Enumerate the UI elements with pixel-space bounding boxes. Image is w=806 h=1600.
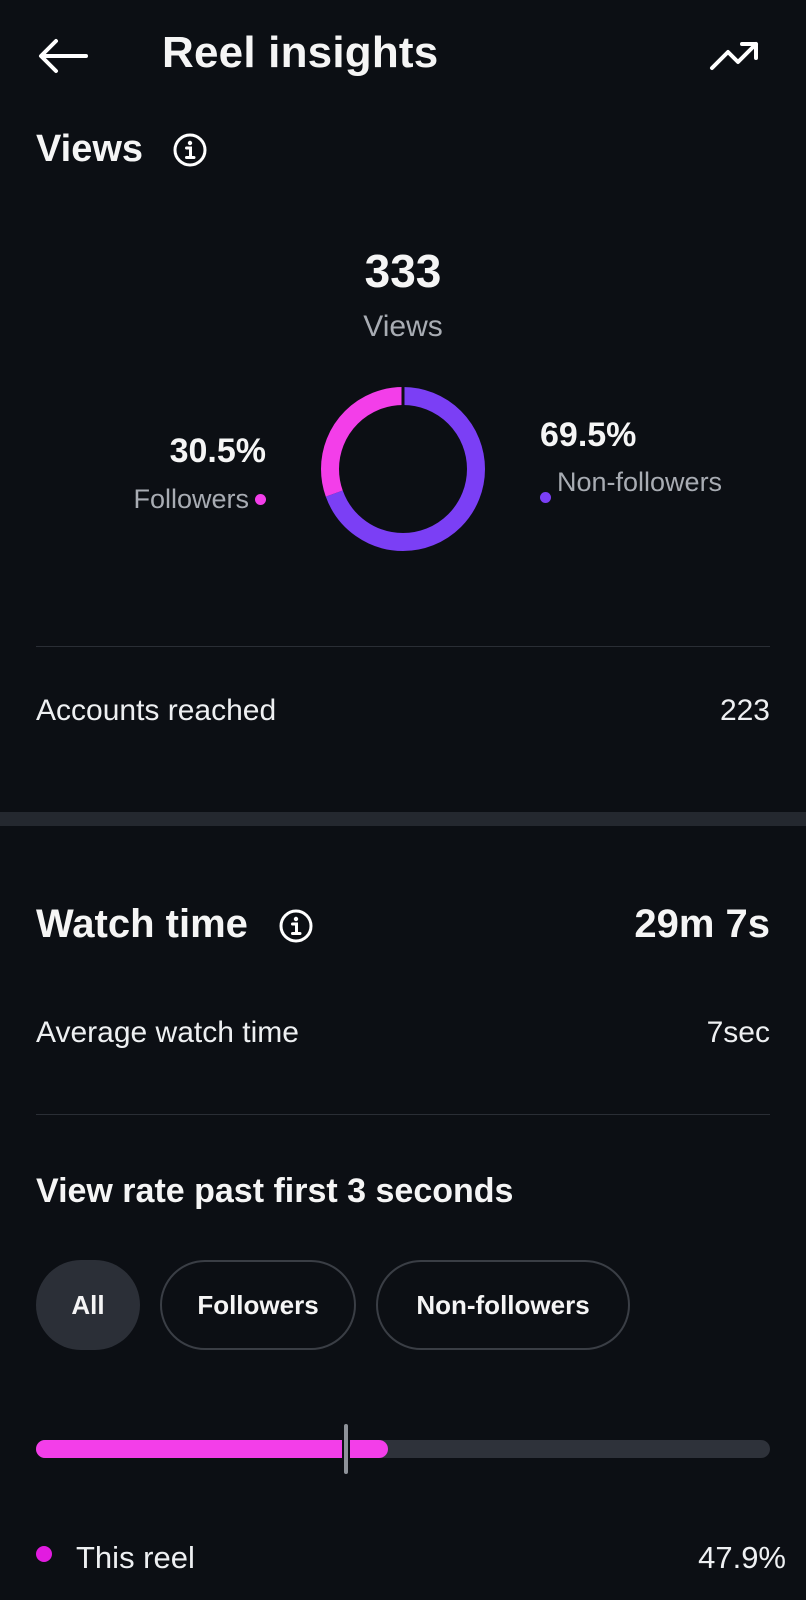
watch-time-heading: Watch time [36, 902, 248, 946]
followers-legend: Followers [133, 484, 266, 515]
section-separator [0, 812, 806, 826]
info-icon[interactable] [172, 132, 208, 168]
followers-percentage: 30.5% [169, 432, 266, 470]
accounts-reached-label: Accounts reached [36, 694, 277, 727]
nonfollowers-percentage: 69.5% [540, 416, 637, 454]
trending-up-icon [710, 42, 758, 70]
view-rate-heading: View rate past first 3 seconds [36, 1172, 514, 1210]
accounts-reached-value: 223 [719, 694, 770, 727]
filter-chip-all[interactable]: All [36, 1260, 140, 1350]
views-audience-donut [321, 386, 485, 551]
divider [36, 646, 770, 647]
views-count-label: Views [363, 310, 443, 343]
header: Reel insights [0, 0, 806, 110]
nonfollowers-legend-dot [540, 492, 551, 503]
followers-legend-dot [255, 494, 266, 505]
this-reel-legend-dot [36, 1546, 52, 1562]
page-title: Reel insights [162, 28, 439, 77]
trends-button[interactable] [708, 36, 762, 76]
reel-insights-screen: Reel insights Views 333 Views 30.5% Foll… [0, 0, 806, 1600]
this-reel-value: 47.9% [698, 1540, 786, 1575]
filter-chip-nonfollowers[interactable]: Non-followers [376, 1260, 630, 1350]
watch-time-total: 29m 7s [634, 902, 770, 946]
average-watch-time-value: 7sec [706, 1016, 770, 1049]
views-count: 333 [364, 245, 442, 297]
divider [36, 1114, 770, 1115]
nonfollowers-legend: Non-followers [540, 464, 730, 503]
watch-time-info-icon[interactable] [278, 908, 314, 944]
view-rate-bar-fill [36, 1440, 388, 1458]
nonfollowers-legend-label: Non-followers [557, 467, 723, 497]
followers-legend-label: Followers [133, 484, 249, 514]
back-button[interactable] [36, 36, 90, 76]
filter-chip-followers[interactable]: Followers [160, 1260, 356, 1350]
view-rate-bar-track [36, 1422, 770, 1476]
arrow-left-icon [39, 39, 88, 73]
view-rate-bar-marker [341, 1422, 350, 1476]
this-reel-label: This reel [76, 1540, 195, 1575]
average-watch-time-label: Average watch time [36, 1016, 299, 1049]
views-heading: Views [36, 128, 144, 170]
